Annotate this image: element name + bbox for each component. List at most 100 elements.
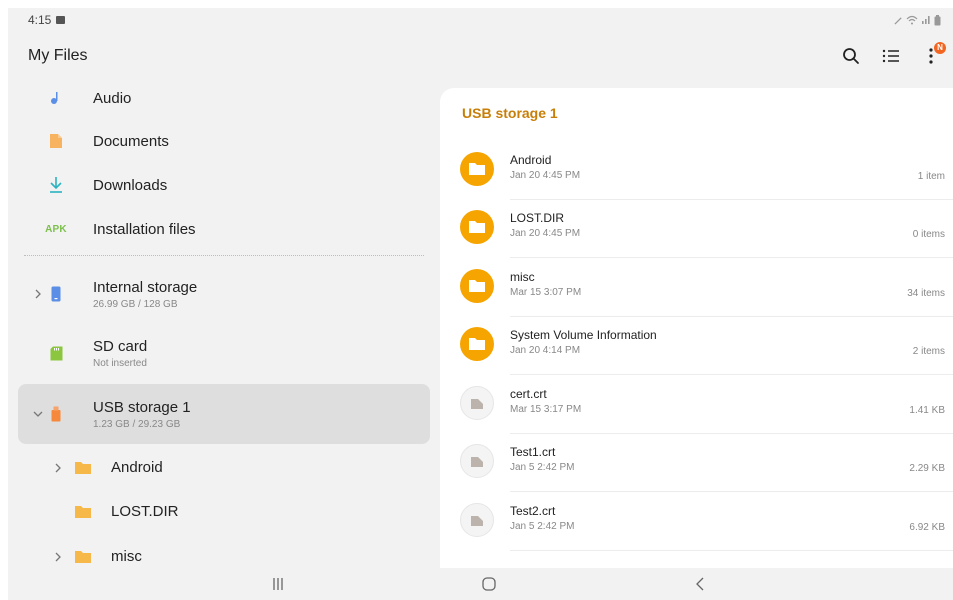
chevron-right-icon[interactable] [28,284,48,304]
file-name: Test2.crt [510,504,556,518]
nav-item-audio[interactable]: Audio [18,80,430,118]
file-icon [460,386,494,420]
document-icon [46,131,66,151]
page-title: My Files [28,47,88,64]
status-time: 4:15 [28,13,52,27]
nav-item-label: Audio [93,89,132,107]
status-bar: 4:15 [8,8,953,32]
sub-folder-label: LOST.DIR [111,503,179,520]
file-row-lost-dir[interactable]: LOST.DIR Jan 20 4:45 PM 0 items [440,200,953,258]
file-date: Mar 15 3:07 PM [510,287,582,298]
status-icons [894,14,941,26]
nav-item-label: SD card [93,337,148,355]
storage-status: Not inserted [93,357,147,369]
nav-item-installation-files[interactable]: APK Installation files [18,209,430,249]
file-size: 2.29 KB [909,463,945,474]
file-row-android[interactable]: Android Jan 20 4:45 PM 1 item [440,142,953,200]
file-size: 34 items [907,288,945,299]
file-row-cert-crt[interactable]: cert.crt Mar 15 3:17 PM 1.41 KB [440,376,953,434]
sub-folder-label: Android [111,459,163,476]
folder-icon [460,152,494,186]
folder-icon [73,502,93,522]
list-view-button[interactable] [879,44,903,68]
storage-usage: 1.23 GB / 29.23 GB [93,418,181,430]
file-date: Jan 20 4:45 PM [510,170,581,181]
folder-icon [460,269,494,303]
usb-icon [46,404,66,424]
storage-usage: 26.99 GB / 128 GB [93,298,178,310]
file-icon [460,444,494,478]
nav-item-usb-storage[interactable]: USB storage 1 1.23 GB / 29.23 GB [18,384,430,444]
sub-folder-android[interactable]: Android [18,446,430,490]
search-button[interactable] [839,44,863,68]
divider [24,255,424,256]
app-header: My Files N [8,32,953,80]
screen: 4:15 My Files N Audio Documents Download… [8,8,953,600]
nav-item-sd-card[interactable]: SD card Not inserted [18,325,430,381]
file-size: 6.92 KB [909,522,945,533]
sub-folder-lost-dir[interactable]: LOST.DIR [18,490,430,534]
file-date: Jan 5 2:42 PM [510,521,575,532]
file-row-test2-crt[interactable]: Test2.crt Jan 5 2:42 PM 6.92 KB [440,493,953,551]
home-button[interactable] [477,574,501,594]
nav-item-label: Downloads [93,176,168,194]
more-options-button[interactable]: N [919,42,946,68]
nav-item-label: Internal storage [93,278,198,296]
notification-badge: N [934,42,946,54]
file-name: LOST.DIR [510,211,565,225]
chevron-right-icon[interactable] [48,547,68,567]
back-button[interactable] [688,574,712,594]
recent-apps-button[interactable] [266,574,290,594]
file-size: 0 items [912,229,945,240]
list-view-icon [882,49,899,63]
folder-icon [460,327,494,361]
chevron-right-icon[interactable] [48,458,68,478]
current-location-title: USB storage 1 [462,105,558,121]
file-size: 2 items [912,346,945,357]
wifi-icon [906,15,918,25]
signal-icon [922,16,930,24]
nav-item-internal-storage[interactable]: Internal storage 26.99 GB / 128 GB [18,266,430,322]
file-icon [460,503,494,537]
file-row-system-volume-information[interactable]: System Volume Information Jan 20 4:14 PM… [440,317,953,375]
audio-icon [46,88,66,108]
download-icon [46,175,66,195]
file-date: Mar 15 3:17 PM [510,404,582,415]
apk-icon: APK [45,223,67,235]
nav-item-label: USB storage 1 [93,398,191,416]
file-row-misc[interactable]: misc Mar 15 3:07 PM 34 items [440,259,953,317]
chevron-down-icon[interactable] [28,404,48,424]
file-name: misc [510,270,535,284]
system-nav-bar [8,568,953,600]
file-name: cert.crt [510,387,547,401]
search-icon [843,48,859,64]
home-icon [482,577,496,591]
nav-item-label: Installation files [93,220,196,238]
back-icon [696,577,704,591]
file-name: Test1.crt [510,445,556,459]
file-size: 1.41 KB [909,405,945,416]
battery-icon [934,14,941,25]
file-size: 1 item [917,171,945,182]
sub-folder-label: misc [111,548,142,565]
nav-item-documents[interactable]: Documents [18,121,430,161]
file-list-panel: USB storage 1 Android Jan 20 4:45 PM 1 i… [440,88,953,568]
file-date: Jan 5 2:42 PM [510,462,575,473]
nav-item-label: Documents [93,132,169,150]
file-date: Jan 20 4:45 PM [510,228,581,239]
pen-icon [894,16,902,25]
sub-folder-misc[interactable]: misc [18,535,430,568]
file-row-test1-crt[interactable]: Test1.crt Jan 5 2:42 PM 2.29 KB [440,434,953,492]
notification-icon [56,16,66,24]
file-date: Jan 20 4:14 PM [510,345,581,356]
more-options-icon [929,48,933,64]
sd-card-icon [46,343,66,363]
file-name: System Volume Information [510,328,657,342]
folder-icon [73,458,93,478]
phone-icon [46,284,66,304]
nav-item-downloads[interactable]: Downloads [18,165,430,205]
folder-icon [460,210,494,244]
left-nav-panel: Audio Documents Downloads APK Installati… [8,80,440,568]
recent-apps-icon [273,578,283,590]
folder-icon [73,547,93,567]
